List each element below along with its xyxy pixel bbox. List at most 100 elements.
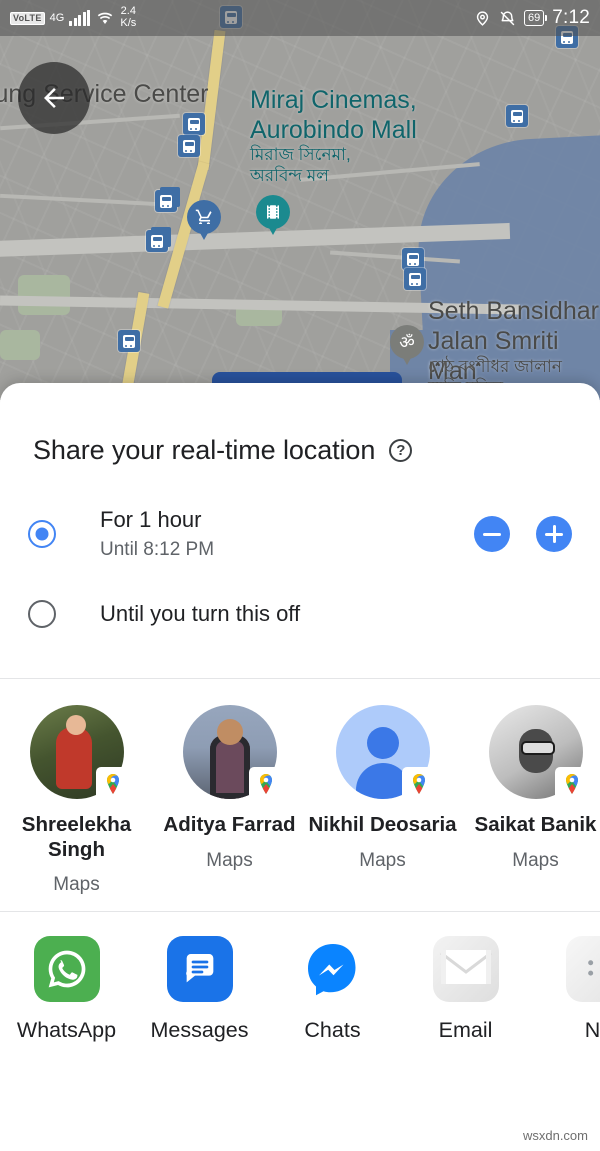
data-speed-unit: K/s (120, 17, 137, 29)
contact-app-label: Maps (359, 849, 406, 871)
om-glyph: ॐ (399, 332, 415, 352)
contact-app-label: Maps (53, 874, 100, 896)
duration-option-one-hour[interactable]: For 1 hour Until 8:12 PM (0, 504, 600, 564)
data-speed-value: 2.4 (120, 5, 136, 18)
bus-stop-icon[interactable] (155, 190, 177, 212)
back-button[interactable] (18, 62, 90, 134)
bus-glyph (407, 252, 419, 266)
maps-pin-glyph (106, 774, 119, 794)
app-item-messages[interactable]: Messages (133, 936, 266, 1043)
messenger-icon (300, 936, 366, 1002)
bus-glyph (409, 272, 421, 286)
google-maps-pin-icon (95, 767, 130, 801)
status-bar-right: 69 7:12 (474, 7, 590, 29)
bus-glyph (188, 117, 200, 131)
status-bar-left: VoLTE 4G 2.4 K/s (10, 6, 136, 29)
contact-name: Aditya Farrad (163, 813, 296, 836)
share-location-sheet: Share your real-time location ? For 1 ho… (0, 383, 600, 1151)
contact-item[interactable]: Shreelekha Singh Maps (0, 705, 153, 911)
maps-pin-glyph (565, 774, 578, 794)
plus-icon (545, 525, 563, 543)
data-speed-indicator: 2.4 K/s (120, 6, 136, 29)
pin-tail (195, 224, 213, 240)
page-title: Share your real-time location (33, 435, 376, 465)
contact-app-label: Maps (206, 849, 253, 871)
default-person-head (366, 727, 399, 759)
temple-om-pin-icon[interactable]: ॐ (390, 325, 424, 368)
app-label: Chats (304, 1018, 361, 1042)
bus-stop-icon[interactable] (404, 268, 426, 290)
notes-icon (565, 936, 600, 1002)
phone-screen: ॐ sung Service Center Miraj Cinemas, Aur… (0, 0, 600, 1151)
map-canvas[interactable]: ॐ sung Service Center Miraj Cinemas, Aur… (0, 0, 600, 400)
status-bar: VoLTE 4G 2.4 K/s 69 7:12 (0, 0, 600, 36)
pin-tail (398, 349, 416, 365)
contact-app-label: Maps (512, 849, 559, 871)
whatsapp-icon (33, 936, 100, 1002)
bus-glyph (511, 109, 523, 123)
avatar-wrapper (335, 705, 436, 801)
app-item-notes[interactable]: No (532, 936, 600, 1043)
app-label: No (584, 1018, 600, 1042)
duration-option-until-off[interactable]: Until you turn this off (0, 586, 600, 642)
messenger-glyph (307, 944, 355, 996)
increase-duration-button[interactable] (536, 516, 572, 552)
wifi-icon (98, 12, 113, 24)
bus-stop-icon[interactable] (506, 105, 528, 127)
bus-stop-icon[interactable] (146, 230, 168, 252)
app-item-email[interactable]: Email (399, 936, 532, 1043)
contact-name: Shreelekha Singh (21, 813, 132, 861)
contact-share-row: Shreelekha Singh Maps Aditya Farrad Maps… (0, 679, 600, 911)
app-item-whatsapp[interactable]: WhatsApp (0, 936, 133, 1043)
bus-glyph (151, 234, 163, 248)
bus-glyph (123, 334, 135, 348)
watermark: wsxdn.com (522, 1128, 588, 1143)
contact-item[interactable]: Nikhil Deosaria Maps (306, 705, 459, 911)
option-text-block: For 1 hour Until 8:12 PM (100, 507, 214, 560)
volte-icon: VoLTE (10, 11, 45, 25)
avatar-wrapper (488, 705, 589, 801)
app-item-chats[interactable]: Chats (266, 936, 399, 1043)
google-maps-pin-icon (554, 767, 589, 801)
map-park-2 (0, 330, 40, 360)
bus-stop-icon[interactable] (118, 330, 140, 352)
battery-indicator: 69 (523, 10, 548, 26)
radio-until-off[interactable] (28, 600, 56, 628)
bus-stop-icon[interactable] (402, 248, 424, 270)
option-label: Until you turn this off (100, 600, 301, 626)
bus-glyph (160, 194, 172, 208)
option-text-block: Until you turn this off (100, 601, 300, 627)
notes-glyph (587, 960, 593, 976)
pin-tail (264, 219, 282, 235)
status-bar-clock: 7:12 (552, 7, 590, 28)
help-circle-icon[interactable]: ? (389, 439, 413, 462)
decrease-duration-button[interactable] (474, 516, 510, 552)
signal-bars-icon (69, 10, 91, 26)
maps-pin-glyph (412, 774, 425, 794)
contact-item[interactable]: Aditya Farrad Maps (153, 705, 306, 911)
back-arrow-icon (44, 88, 64, 108)
radio-one-hour[interactable] (28, 520, 56, 548)
option-sublabel: Until 8:12 PM (100, 538, 215, 560)
app-share-row: WhatsApp Messages Chats Email N (0, 912, 600, 1043)
contact-name: Nikhil Deosaria (308, 813, 457, 836)
network-type-label: 4G (49, 12, 65, 24)
shopping-cart-pin-icon[interactable] (187, 200, 221, 243)
cinema-pin-icon[interactable] (256, 195, 290, 238)
google-maps-pin-icon (248, 767, 283, 801)
google-messages-icon (166, 936, 233, 1002)
whatsapp-glyph (48, 950, 85, 988)
app-label: Email (438, 1018, 493, 1042)
envelope-glyph (439, 950, 492, 984)
app-label: WhatsApp (16, 1018, 117, 1042)
messages-glyph (185, 954, 213, 983)
google-maps-pin-icon (401, 767, 436, 801)
option-label: For 1 hour (100, 507, 202, 533)
email-envelope-icon (432, 936, 499, 1002)
location-pin-icon (476, 10, 489, 26)
bus-glyph (183, 139, 195, 153)
contact-item[interactable]: Saikat Banik Maps (459, 705, 600, 911)
sheet-header: Share your real-time location ? (0, 383, 600, 466)
bus-stop-icon[interactable] (178, 135, 200, 157)
bus-stop-icon[interactable] (183, 113, 205, 135)
